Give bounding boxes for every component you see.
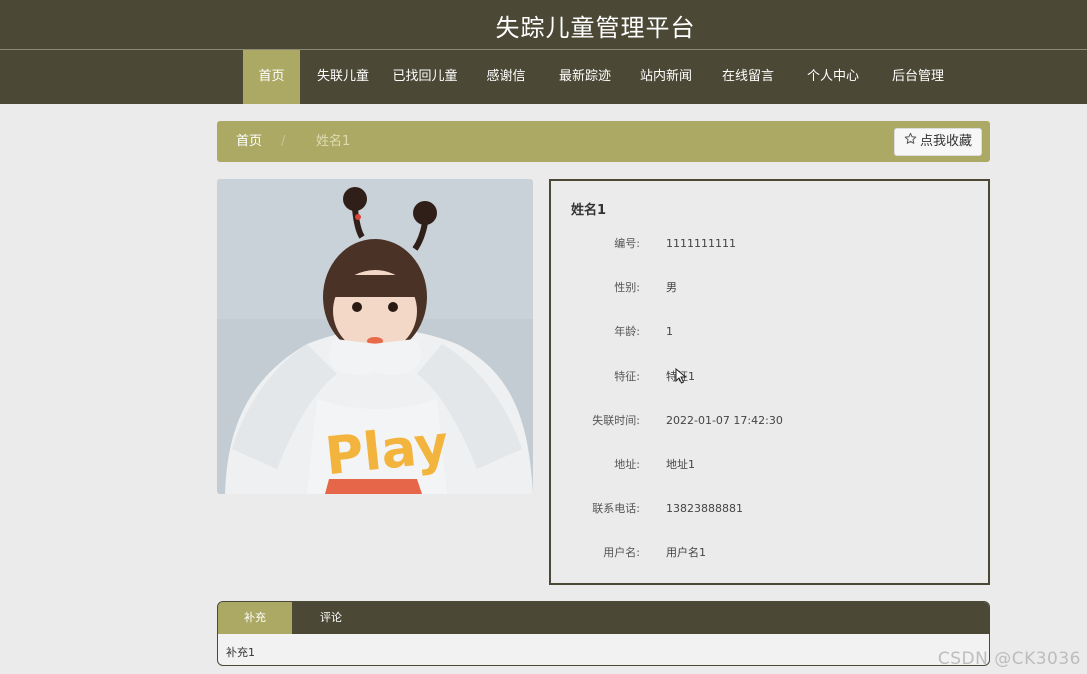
favorite-button[interactable]: 点我收藏 <box>893 128 982 156</box>
star-outline-icon <box>904 129 917 155</box>
detail-row-gender: 性别: 男 <box>551 278 988 298</box>
breadcrumb-current: 姓名1 <box>316 134 351 149</box>
nav-item-latest-traces[interactable]: 最新踪迹 <box>548 50 622 104</box>
detail-label: 年龄: <box>614 325 640 338</box>
detail-value: 用户名1 <box>666 546 706 559</box>
detail-label: 用户名: <box>603 546 640 559</box>
detail-label: 联系电话: <box>592 502 640 515</box>
favorite-button-label: 点我收藏 <box>919 134 972 149</box>
detail-row-age: 年龄: 1 <box>551 322 988 342</box>
nav-item-admin[interactable]: 后台管理 <box>880 50 956 104</box>
detail-value: 1 <box>666 325 673 338</box>
child-name: 姓名1 <box>571 203 607 218</box>
nav-item-found-children[interactable]: 已找回儿童 <box>386 50 464 104</box>
main-nav: 首页 失联儿童 已找回儿童 感谢信 最新踪迹 站内新闻 在线留言 个人中心 后台… <box>243 50 956 104</box>
nav-item-online-messages[interactable]: 在线留言 <box>710 50 786 104</box>
child-photo: Play <box>217 179 533 494</box>
detail-value: 男 <box>666 281 677 294</box>
detail-value: 1111111111 <box>666 237 736 250</box>
tab-panel: 补充 评论 补充1 <box>217 601 990 666</box>
tab-content: 补充1 <box>226 646 255 659</box>
tab-bar: 补充 评论 <box>218 602 989 634</box>
detail-label: 特征: <box>614 370 640 383</box>
detail-row-address: 地址: 地址1 <box>551 455 988 475</box>
svg-text:Play: Play <box>322 415 451 488</box>
watermark: CSDN @CK3036 <box>937 649 1081 669</box>
nav-item-site-news[interactable]: 站内新闻 <box>622 50 710 104</box>
site-header: 失踪儿童管理平台 首页 失联儿童 已找回儿童 感谢信 最新踪迹 站内新闻 在线留… <box>0 0 1087 104</box>
breadcrumb: 首页 / 姓名1 点我收藏 <box>217 121 990 162</box>
child-detail-panel: 姓名1 编号: 1111111111 性别: 男 年龄: 1 特征: 特征1 失… <box>549 179 990 585</box>
detail-label: 性别: <box>614 281 640 294</box>
detail-value: 13823888881 <box>666 502 743 515</box>
tab-supplement[interactable]: 补充 <box>218 602 292 634</box>
detail-value: 地址1 <box>666 458 695 471</box>
detail-value: 2022-01-07 17:42:30 <box>666 414 783 427</box>
nav-item-personal-center[interactable]: 个人中心 <box>786 50 880 104</box>
detail-label: 失联时间: <box>592 414 640 427</box>
detail-row-missing-time: 失联时间: 2022-01-07 17:42:30 <box>551 411 988 431</box>
breadcrumb-home-link[interactable]: 首页 <box>236 121 262 162</box>
detail-row-username: 用户名: 用户名1 <box>551 543 988 563</box>
detail-row-phone: 联系电话: 13823888881 <box>551 499 988 519</box>
detail-label: 地址: <box>614 458 640 471</box>
breadcrumb-separator: / <box>281 134 286 149</box>
nav-item-home[interactable]: 首页 <box>243 50 300 104</box>
tab-comments[interactable]: 评论 <box>304 602 358 634</box>
detail-row-features: 特征: 特征1 <box>551 367 988 387</box>
nav-item-missing-children[interactable]: 失联儿童 <box>300 50 386 104</box>
detail-label: 编号: <box>614 237 640 250</box>
detail-row-id: 编号: 1111111111 <box>551 234 988 254</box>
nav-item-thank-you-letters[interactable]: 感谢信 <box>464 50 548 104</box>
site-title: 失踪儿童管理平台 <box>495 14 696 42</box>
mouse-cursor-icon <box>675 368 687 384</box>
